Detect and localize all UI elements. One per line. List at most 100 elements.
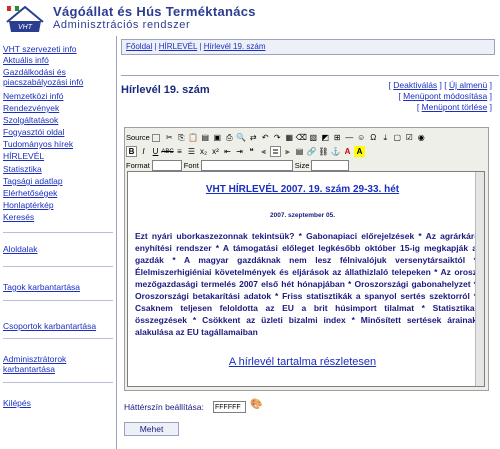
sidebar-item-piacszabalyozasi[interactable]: piacszabályozási infó: [3, 77, 83, 87]
source-icon[interactable]: [151, 133, 160, 142]
sidebar-item-rendezvenyek[interactable]: Rendezvények: [3, 103, 59, 113]
format-label: Format: [126, 161, 150, 170]
radio-icon[interactable]: ◉: [416, 132, 427, 143]
sidebar-item-fogyasztoi[interactable]: Fogyasztói oldal: [3, 127, 64, 137]
special-char-icon[interactable]: Ω: [368, 132, 379, 143]
cut-icon[interactable]: ✂: [164, 132, 175, 143]
link-icon[interactable]: 🔗: [306, 146, 317, 157]
divider: [3, 338, 113, 339]
form-icon[interactable]: ▢: [392, 132, 403, 143]
divider: [121, 75, 499, 76]
toolbar-row-2: B I U ABC ≡ ☰ x₂ x² ⇤ ⇥ ❝ ⫷ ≣ ⫸ ▤ 🔗 ⛓ ⚓ …: [126, 145, 366, 158]
font-select[interactable]: [200, 160, 293, 171]
sidebar-item-tagok[interactable]: Tagok karbantartása: [3, 282, 80, 292]
size-select[interactable]: [311, 160, 350, 171]
align-left-icon[interactable]: ⫷: [258, 146, 269, 157]
sidebar-item-tudomanyos[interactable]: Tudományos hírek: [3, 139, 73, 149]
underline-icon[interactable]: U: [150, 146, 161, 157]
sidebar-item-gazdalkodasi[interactable]: Gazdálkodási és: [3, 67, 66, 77]
rule-icon[interactable]: ―: [344, 132, 355, 143]
sidebar-item-honlapterkep[interactable]: Honlaptérkép: [3, 200, 54, 210]
strike-icon[interactable]: ABC: [161, 146, 173, 157]
bg-color-input[interactable]: [213, 401, 246, 413]
indent-icon[interactable]: ⇥: [234, 146, 245, 157]
breadcrumb-current[interactable]: Hírlevél 19. szám: [204, 42, 266, 51]
toolbar-row-1: Source ✂ ⎘ 📋 ▤ ▣ ⎙ 🔍 ⇄ ↶ ↷ ▦ ⌫ ▧ ◩ ⊞ ― ☺…: [126, 131, 428, 144]
page-break-icon[interactable]: ⤓: [380, 132, 391, 143]
page-title: Hírlevél 19. szám: [121, 84, 210, 96]
deactivate-link[interactable]: Deaktiválás: [393, 80, 437, 90]
color-picker-icon[interactable]: 🎨: [250, 399, 262, 410]
sidebar-item-nemzetkozi[interactable]: Nemzetközi infó: [3, 91, 63, 101]
action-row-3: [ Menüpont törlése ]: [416, 102, 492, 112]
site-title: Vágóállat és Hús Terméktanács: [53, 4, 256, 19]
sidebar-item-kilepes[interactable]: Kilépés: [3, 398, 31, 408]
sidebar-item-szervezeti[interactable]: VHT szervezeti info: [3, 44, 77, 54]
sidebar-item-aktualis[interactable]: Aktuális infó: [3, 55, 49, 65]
undo-icon[interactable]: ↶: [260, 132, 271, 143]
divider: [3, 300, 113, 301]
rich-text-editor: Source ✂ ⎘ 📋 ▤ ▣ ⎙ 🔍 ⇄ ↶ ↷ ▦ ⌫ ▧ ◩ ⊞ ― ☺…: [124, 127, 489, 391]
replace-icon[interactable]: ⇄: [248, 132, 259, 143]
subscript-icon[interactable]: x₂: [198, 146, 209, 157]
modify-menu-link[interactable]: Menüpont módosítása: [403, 91, 487, 101]
editor-content[interactable]: VHT HÍRLEVÉL 2007. 19. szám 29-33. hét 2…: [127, 171, 485, 387]
select-all-icon[interactable]: ▦: [284, 132, 295, 143]
checkbox-icon[interactable]: ☑: [404, 132, 415, 143]
align-center-icon[interactable]: ≣: [270, 146, 281, 157]
sidebar-item-adminisztratorok[interactable]: Adminisztrátorok: [3, 354, 66, 364]
editor-scrollbar[interactable]: [475, 172, 484, 386]
sidebar-item-tagsagi[interactable]: Tagsági adatlap: [3, 176, 63, 186]
source-button[interactable]: Source: [126, 133, 150, 142]
print-icon[interactable]: ⎙: [224, 132, 235, 143]
site-subtitle: Adminisztrációs rendszer: [53, 19, 191, 31]
new-submenu-link[interactable]: Új almenü: [449, 80, 487, 90]
outdent-icon[interactable]: ⇤: [222, 146, 233, 157]
sidebar-item-csoportok[interactable]: Csoportok karbantartása: [3, 321, 96, 331]
newsletter-details-link[interactable]: A hírlevél tartalma részletesen: [128, 356, 477, 368]
align-right-icon[interactable]: ⫸: [282, 146, 293, 157]
format-select[interactable]: [151, 160, 182, 171]
numbered-list-icon[interactable]: ≡: [174, 146, 185, 157]
bullet-list-icon[interactable]: ☰: [186, 146, 197, 157]
sidebar-item-elerhetosegek[interactable]: Elérhetőségek: [3, 188, 57, 198]
breadcrumb-home[interactable]: Főoldal: [126, 42, 152, 51]
sidebar-item-kereses[interactable]: Keresés: [3, 212, 34, 222]
sidebar-item-szolgaltatasok[interactable]: Szolgáltatások: [3, 115, 58, 125]
delete-menu-link[interactable]: Menüpont törlése: [422, 102, 488, 112]
superscript-icon[interactable]: x²: [210, 146, 221, 157]
find-icon[interactable]: 🔍: [236, 132, 247, 143]
paste-text-icon[interactable]: ▤: [200, 132, 211, 143]
size-label: Size: [294, 161, 310, 170]
justify-icon[interactable]: ▤: [294, 146, 305, 157]
divider: [3, 266, 113, 267]
bg-color-icon[interactable]: A: [354, 146, 365, 157]
redo-icon[interactable]: ↷: [272, 132, 283, 143]
remove-format-icon[interactable]: ⌫: [296, 132, 307, 143]
font-label: Font: [183, 161, 199, 170]
vht-logo: VHT: [6, 5, 44, 32]
sidebar-item-hirlevel[interactable]: HÍRLEVÉL: [3, 151, 44, 161]
bold-icon[interactable]: B: [126, 146, 137, 157]
anchor-icon[interactable]: ⚓: [330, 146, 341, 157]
table-icon[interactable]: ⊞: [332, 132, 343, 143]
submit-button[interactable]: Mehet: [124, 422, 179, 436]
paste-icon[interactable]: 📋: [188, 132, 199, 143]
svg-text:VHT: VHT: [18, 24, 33, 31]
image-icon[interactable]: ▧: [308, 132, 319, 143]
flash-icon[interactable]: ◩: [320, 132, 331, 143]
sidebar-item-aloldalak[interactable]: Aloldalak: [3, 244, 38, 254]
text-color-icon[interactable]: A: [342, 146, 353, 157]
divider: [3, 382, 113, 383]
sidebar-item-statisztika[interactable]: Statisztika: [3, 164, 42, 174]
sidebar-item-adminisztratorok-2[interactable]: karbantartása: [3, 364, 55, 374]
breadcrumb: Főoldal | HÍRLEVÉL | Hírlevél 19. szám: [121, 39, 495, 55]
newsletter-title[interactable]: VHT HÍRLEVÉL 2007. 19. szám 29-33. hét: [128, 184, 477, 195]
breadcrumb-hirlevel[interactable]: HÍRLEVÉL: [159, 42, 197, 51]
blockquote-icon[interactable]: ❝: [246, 146, 257, 157]
paste-word-icon[interactable]: ▣: [212, 132, 223, 143]
copy-icon[interactable]: ⎘: [176, 132, 187, 143]
unlink-icon[interactable]: ⛓: [318, 146, 329, 157]
smiley-icon[interactable]: ☺: [356, 132, 367, 143]
italic-icon[interactable]: I: [138, 146, 149, 157]
